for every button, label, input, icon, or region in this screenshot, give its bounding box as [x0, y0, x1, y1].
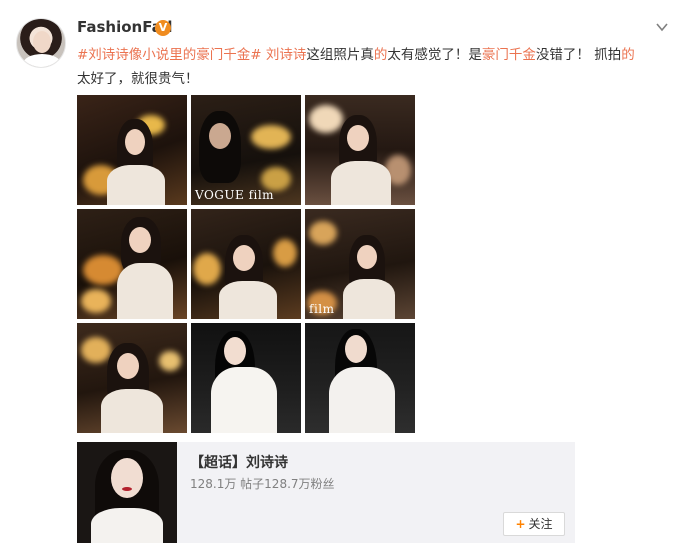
photo-thumbnail[interactable] [305, 95, 415, 205]
avatar-face [33, 31, 51, 53]
super-topic-card[interactable]: 【超话】刘诗诗 128.1万 帖子128.7万粉丝 + 关注 [77, 442, 575, 543]
photo-thumbnail[interactable] [191, 323, 301, 433]
chevron-down-icon[interactable] [655, 20, 669, 34]
post-text-highlight: 的 [373, 47, 388, 63]
post-text-part: 太有感觉了！是 [387, 47, 482, 63]
topic-title[interactable]: 【超话】刘诗诗 [190, 452, 288, 472]
photo-grid: VOGUE film film [77, 95, 417, 435]
follow-label: 关注 [528, 517, 553, 531]
vogue-watermark: VOGUE film [195, 188, 275, 202]
photo-thumbnail[interactable] [191, 209, 301, 319]
mention-link[interactable]: 刘诗诗 [266, 47, 307, 63]
photo-thumbnail[interactable]: VOGUE film [191, 95, 301, 205]
topic-stats: 128.1万 帖子128.7万粉丝 [190, 477, 335, 491]
plus-icon: + [515, 517, 526, 531]
post-text-part: 这组照片真 [306, 47, 374, 63]
post-text-part: 没错了！ 抓拍 [535, 47, 622, 63]
topic-cover-image [77, 442, 177, 543]
follow-button[interactable]: + 关注 [503, 512, 565, 536]
photo-thumbnail[interactable] [305, 323, 415, 433]
film-watermark: film [309, 302, 335, 316]
topic-tag-link[interactable]: #刘诗诗像小说里的豪门千金# [77, 47, 262, 63]
photo-thumbnail[interactable] [77, 209, 187, 319]
photo-thumbnail[interactable] [77, 95, 187, 205]
post-text: #刘诗诗像小说里的豪门千金# 刘诗诗这组照片真的太有感觉了！是豪门千金没错了！ … [77, 43, 657, 91]
post-text-part: 太好了，就很贵气！ [77, 71, 199, 87]
post-text-highlight: 豪门千金 [481, 47, 536, 63]
post-text-highlight: 的 [621, 47, 635, 63]
user-avatar[interactable] [16, 18, 66, 68]
photo-thumbnail[interactable]: film [305, 209, 415, 319]
photo-thumbnail[interactable] [77, 323, 187, 433]
weibo-post: FashionFad V #刘诗诗像小说里的豪门千金# 刘诗诗这组照片真的太有感… [0, 0, 676, 553]
verified-badge-icon: V [155, 20, 171, 36]
avatar-shoulders [23, 54, 61, 67]
